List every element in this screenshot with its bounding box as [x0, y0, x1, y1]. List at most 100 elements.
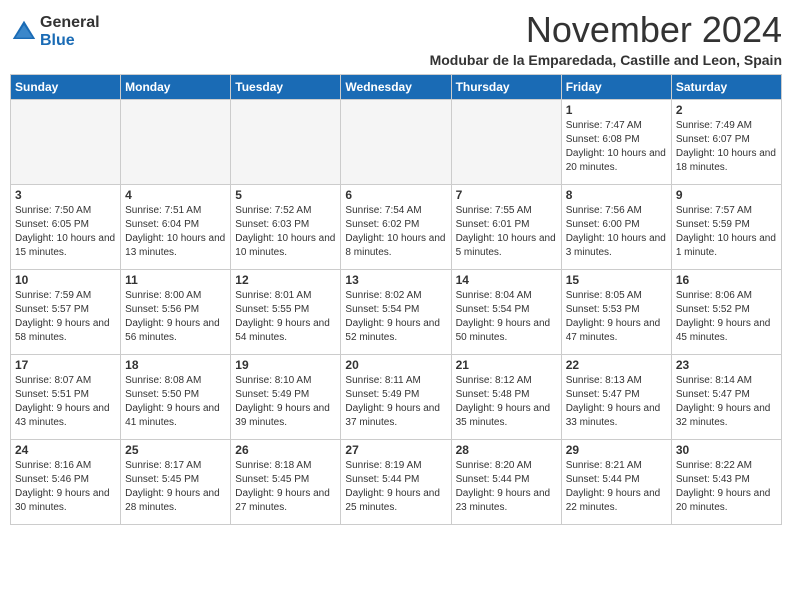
- day-number: 9: [676, 188, 777, 202]
- calendar-cell: 4Sunrise: 7:51 AMSunset: 6:04 PMDaylight…: [121, 184, 231, 269]
- calendar-cell: 14Sunrise: 8:04 AMSunset: 5:54 PMDayligh…: [451, 269, 561, 354]
- calendar-cell: [121, 99, 231, 184]
- day-info: Sunrise: 8:22 AMSunset: 5:43 PMDaylight:…: [676, 459, 777, 515]
- calendar-cell: 5 Sunrise: 7:52 AMSunset: 6:03 PMDaylight…: [231, 184, 341, 269]
- day-info: Sunrise: 7:59 AMSunset: 5:57 PMDaylight:…: [15, 289, 116, 345]
- day-number: 24: [15, 443, 116, 457]
- day-number: 28: [456, 443, 557, 457]
- weekday-header-tuesday: Tuesday: [231, 74, 341, 99]
- day-info: Sunrise: 8:07 AMSunset: 5:51 PMDaylight:…: [15, 374, 116, 430]
- day-number: 20: [345, 358, 446, 372]
- day-number: 21: [456, 358, 557, 372]
- day-info: Sunrise: 8:20 AMSunset: 5:44 PMDaylight:…: [456, 459, 557, 515]
- day-number: 30: [676, 443, 777, 457]
- calendar-cell: 15 Sunrise: 8:05 AMSunset: 5:53 PMDayligh…: [561, 269, 671, 354]
- week-row-5: 24 Sunrise: 8:16 AMSunset: 5:46 PMDayligh…: [11, 439, 782, 524]
- calendar-cell: 18 Sunrise: 8:08 AMSunset: 5:50 PMDayligh…: [121, 354, 231, 439]
- day-number: 29: [566, 443, 667, 457]
- day-number: 27: [345, 443, 446, 457]
- calendar-cell: 30 Sunrise: 8:22 AMSunset: 5:43 PMDayligh…: [671, 439, 781, 524]
- weekday-header-thursday: Thursday: [451, 74, 561, 99]
- day-number: 26: [235, 443, 336, 457]
- calendar-header-row: SundayMondayTuesdayWednesdayThursdayFrid…: [11, 74, 782, 99]
- logo-general-text: General: [40, 14, 100, 32]
- day-number: 5: [235, 188, 336, 202]
- day-number: 15: [566, 273, 667, 287]
- weekday-header-sunday: Sunday: [11, 74, 121, 99]
- calendar-cell: 6 Sunrise: 7:54 AMSunset: 6:02 PMDaylight…: [341, 184, 451, 269]
- day-info: Sunrise: 8:21 AMSunset: 5:44 PMDaylight:…: [566, 459, 667, 515]
- day-info: Sunrise: 7:55 AMSunset: 6:01 PMDaylight:…: [456, 204, 557, 260]
- weekday-header-saturday: Saturday: [671, 74, 781, 99]
- day-info: Sunrise: 8:08 AMSunset: 5:50 PMDaylight:…: [125, 374, 226, 430]
- calendar-cell: [231, 99, 341, 184]
- day-info: Sunrise: 8:16 AMSunset: 5:46 PMDaylight:…: [15, 459, 116, 515]
- logo-blue-text: Blue: [40, 32, 100, 50]
- weekday-header-monday: Monday: [121, 74, 231, 99]
- logo-icon: [10, 18, 38, 46]
- day-info: Sunrise: 7:56 AMSunset: 6:00 PMDaylight:…: [566, 204, 667, 260]
- calendar-cell: 3Sunrise: 7:50 AMSunset: 6:05 PMDaylight…: [11, 184, 121, 269]
- day-info: Sunrise: 8:05 AMSunset: 5:53 PMDaylight:…: [566, 289, 667, 345]
- logo: General Blue: [10, 14, 100, 49]
- day-info: Sunrise: 7:51 AMSunset: 6:04 PMDaylight:…: [125, 204, 226, 260]
- calendar-cell: 26 Sunrise: 8:18 AMSunset: 5:45 PMDayligh…: [231, 439, 341, 524]
- day-number: 8: [566, 188, 667, 202]
- calendar-cell: 24 Sunrise: 8:16 AMSunset: 5:46 PMDayligh…: [11, 439, 121, 524]
- calendar-table: SundayMondayTuesdayWednesdayThursdayFrid…: [10, 74, 782, 525]
- day-info: Sunrise: 8:13 AMSunset: 5:47 PMDaylight:…: [566, 374, 667, 430]
- weekday-header-friday: Friday: [561, 74, 671, 99]
- calendar-cell: 19Sunrise: 8:10 AMSunset: 5:49 PMDayligh…: [231, 354, 341, 439]
- day-info: Sunrise: 8:17 AMSunset: 5:45 PMDaylight:…: [125, 459, 226, 515]
- calendar-cell: 25 Sunrise: 8:17 AMSunset: 5:45 PMDayligh…: [121, 439, 231, 524]
- day-number: 12: [235, 273, 336, 287]
- calendar-cell: 22 Sunrise: 8:13 AMSunset: 5:47 PMDayligh…: [561, 354, 671, 439]
- calendar-cell: [11, 99, 121, 184]
- day-number: 3: [15, 188, 116, 202]
- day-info: Sunrise: 8:14 AMSunset: 5:47 PMDaylight:…: [676, 374, 777, 430]
- day-number: 18: [125, 358, 226, 372]
- day-number: 23: [676, 358, 777, 372]
- calendar-cell: 2 Sunrise: 7:49 AMSunset: 6:07 PMDaylight…: [671, 99, 781, 184]
- calendar-cell: [341, 99, 451, 184]
- day-info: Sunrise: 7:52 AMSunset: 6:03 PMDaylight:…: [235, 204, 336, 260]
- calendar-cell: 29 Sunrise: 8:21 AMSunset: 5:44 PMDayligh…: [561, 439, 671, 524]
- day-number: 25: [125, 443, 226, 457]
- day-info: Sunrise: 8:11 AMSunset: 5:49 PMDaylight:…: [345, 374, 446, 430]
- week-row-2: 3Sunrise: 7:50 AMSunset: 6:05 PMDaylight…: [11, 184, 782, 269]
- day-number: 7: [456, 188, 557, 202]
- day-info: Sunrise: 8:10 AMSunset: 5:49 PMDaylight:…: [235, 374, 336, 430]
- calendar-cell: 7 Sunrise: 7:55 AMSunset: 6:01 PMDaylight…: [451, 184, 561, 269]
- day-info: Sunrise: 7:54 AMSunset: 6:02 PMDaylight:…: [345, 204, 446, 260]
- day-info: Sunrise: 8:00 AMSunset: 5:56 PMDaylight:…: [125, 289, 226, 345]
- week-row-4: 17Sunrise: 8:07 AMSunset: 5:51 PMDayligh…: [11, 354, 782, 439]
- day-info: Sunrise: 7:57 AMSunset: 5:59 PMDaylight:…: [676, 204, 777, 260]
- calendar-cell: 12 Sunrise: 8:01 AMSunset: 5:55 PMDayligh…: [231, 269, 341, 354]
- day-number: 14: [456, 273, 557, 287]
- day-number: 6: [345, 188, 446, 202]
- day-number: 1: [566, 103, 667, 117]
- calendar-cell: 9 Sunrise: 7:57 AMSunset: 5:59 PMDaylight…: [671, 184, 781, 269]
- day-number: 13: [345, 273, 446, 287]
- calendar-cell: [451, 99, 561, 184]
- week-row-1: 1Sunrise: 7:47 AMSunset: 6:08 PMDaylight…: [11, 99, 782, 184]
- title-block: November 2024 Modubar de la Emparedada, …: [430, 10, 782, 68]
- day-number: 22: [566, 358, 667, 372]
- day-number: 10: [15, 273, 116, 287]
- calendar-cell: 10 Sunrise: 7:59 AMSunset: 5:57 PMDayligh…: [11, 269, 121, 354]
- day-info: Sunrise: 7:49 AMSunset: 6:07 PMDaylight:…: [676, 119, 777, 175]
- calendar-cell: 28 Sunrise: 8:20 AMSunset: 5:44 PMDayligh…: [451, 439, 561, 524]
- day-info: Sunrise: 8:02 AMSunset: 5:54 PMDaylight:…: [345, 289, 446, 345]
- day-info: Sunrise: 8:06 AMSunset: 5:52 PMDaylight:…: [676, 289, 777, 345]
- calendar-cell: 16 Sunrise: 8:06 AMSunset: 5:52 PMDayligh…: [671, 269, 781, 354]
- calendar-cell: 27Sunrise: 8:19 AMSunset: 5:44 PMDayligh…: [341, 439, 451, 524]
- calendar-cell: 13 Sunrise: 8:02 AMSunset: 5:54 PMDayligh…: [341, 269, 451, 354]
- calendar-cell: 8 Sunrise: 7:56 AMSunset: 6:00 PMDaylight…: [561, 184, 671, 269]
- calendar-cell: 23 Sunrise: 8:14 AMSunset: 5:47 PMDayligh…: [671, 354, 781, 439]
- day-number: 2: [676, 103, 777, 117]
- day-info: Sunrise: 8:18 AMSunset: 5:45 PMDaylight:…: [235, 459, 336, 515]
- location-title: Modubar de la Emparedada, Castille and L…: [430, 52, 782, 68]
- day-info: Sunrise: 8:01 AMSunset: 5:55 PMDaylight:…: [235, 289, 336, 345]
- week-row-3: 10 Sunrise: 7:59 AMSunset: 5:57 PMDayligh…: [11, 269, 782, 354]
- day-number: 16: [676, 273, 777, 287]
